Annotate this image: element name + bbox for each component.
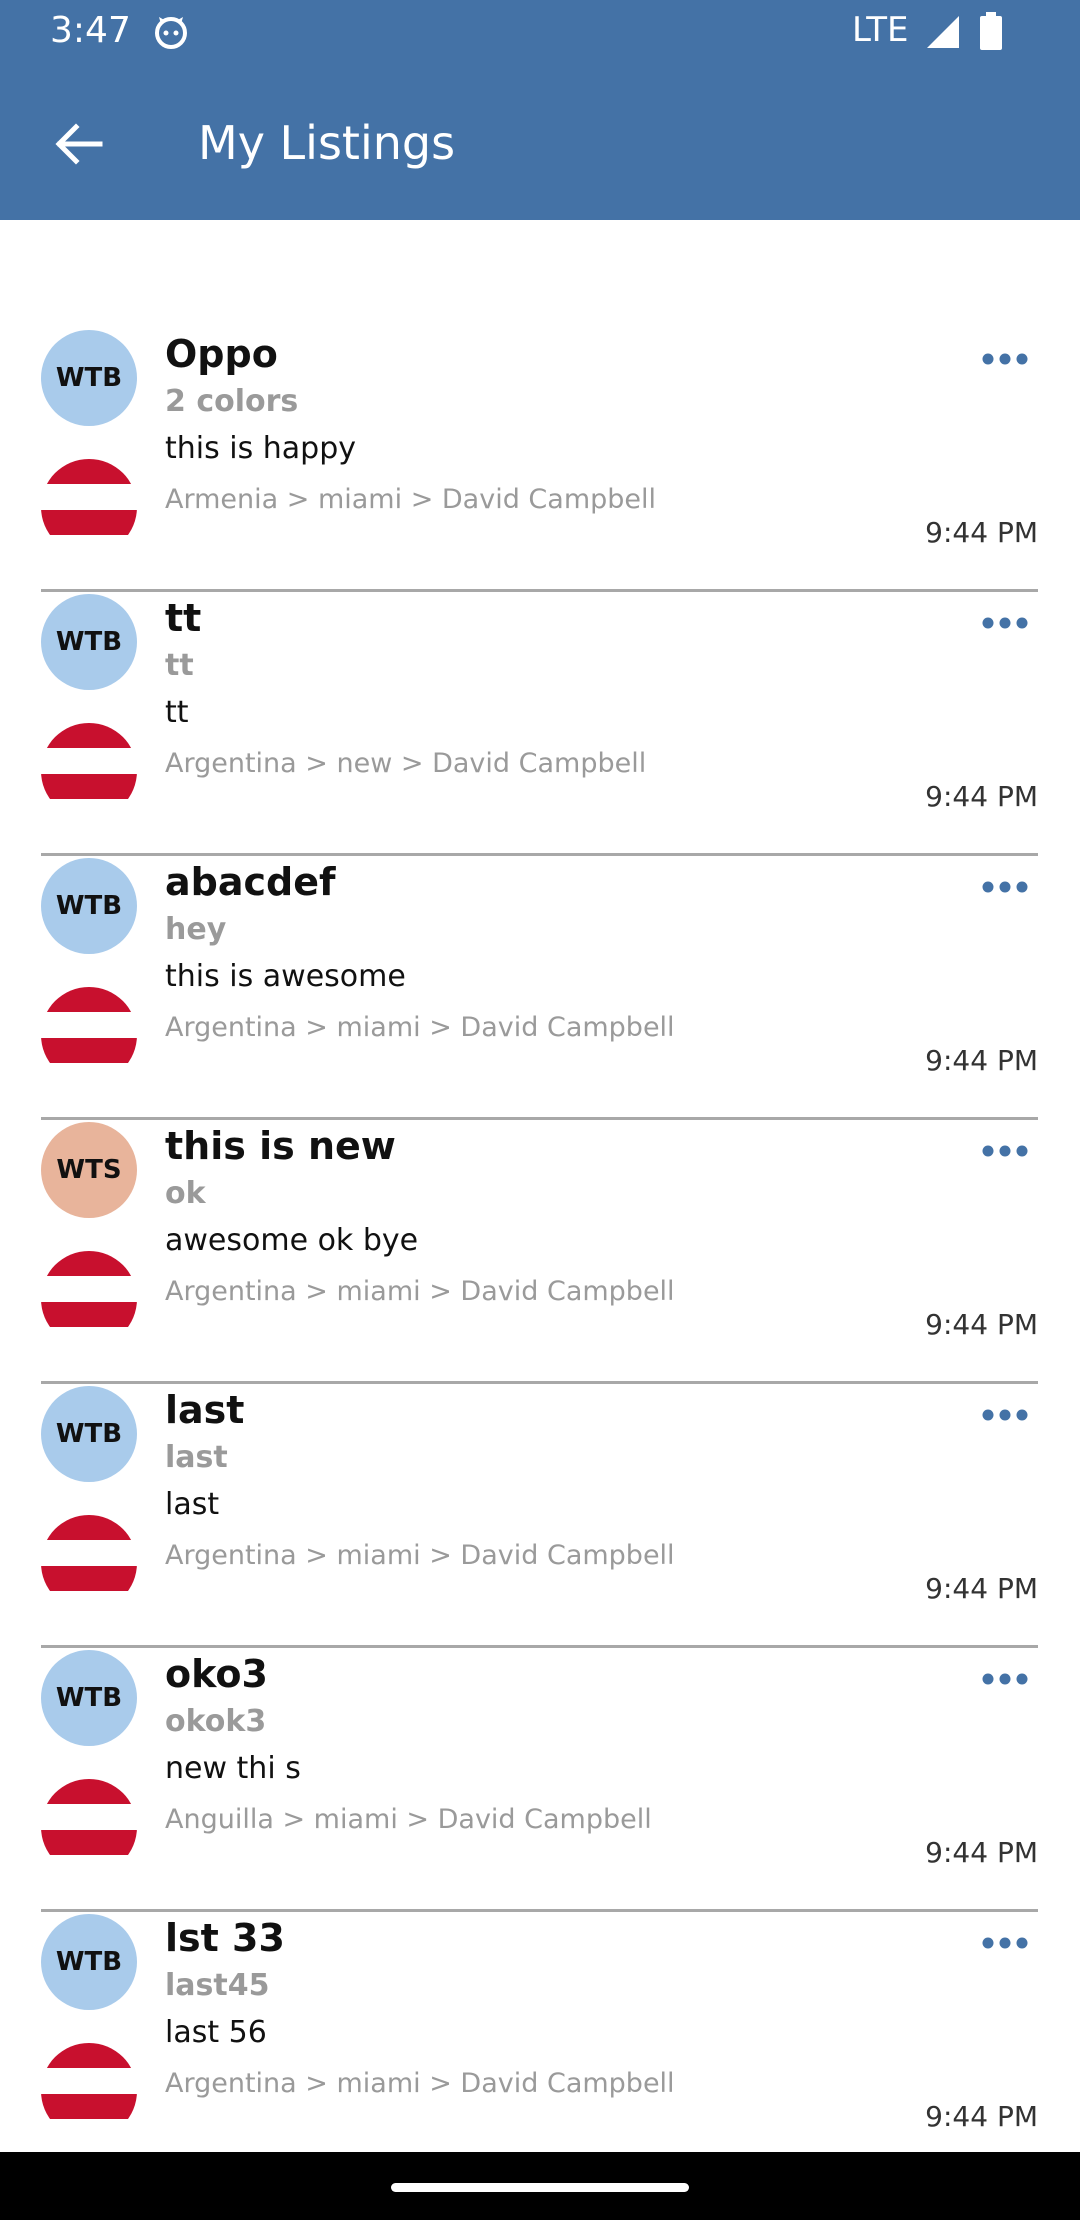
cat-notification-icon [155,17,187,49]
listing-title: last [165,1388,245,1432]
country-flag-icon [41,1515,137,1591]
battery-icon [980,12,1002,50]
listing-location-path: Argentina > miami > David Campbell [165,2068,675,2099]
signal-icon [927,16,959,48]
listing-type-badge: WTB [41,1914,137,2010]
listing-description: new thi s [165,1751,301,1786]
listing-subtitle: okok3 [165,1704,267,1739]
app-bar: My Listings [0,64,1080,220]
listing-subtitle: last45 [165,1968,270,2003]
listing-time: 9:44 PM [925,516,1038,549]
more-options-icon[interactable] [978,1926,1038,1960]
listing-description: awesome ok bye [165,1223,419,1258]
listing-location-path: Armenia > miami > David Campbell [165,484,657,515]
home-handle[interactable] [391,2183,689,2192]
listing-description: this is happy [165,431,357,466]
status-time: 3:47 [50,10,131,51]
more-options-icon[interactable] [978,1662,1038,1696]
listing-description: tt [165,695,189,730]
network-type: LTE [852,10,909,50]
listing-title: abacdef [165,860,336,904]
listing-type-badge: WTB [41,330,137,426]
listing-description: last 56 [165,2015,267,2050]
country-flag-icon [41,723,137,799]
more-options-icon[interactable] [978,870,1038,904]
listing-title: lst 33 [165,1916,285,1960]
page-title: My Listings [198,116,456,170]
listing-description: last [165,1487,220,1522]
listing-subtitle: ok [165,1176,206,1211]
listing-location-path: Argentina > miami > David Campbell [165,1276,675,1307]
listing-item[interactable]: WTB lst 33 last45 last 56 Argentina > miami … [0,1912,1080,2176]
listings-list: WTB Oppo 2 colors this is happy Armenia > mi… [0,328,1080,2176]
listing-time: 9:44 PM [925,1044,1038,1077]
more-options-icon[interactable] [978,606,1038,640]
listing-item[interactable]: WTB oko3 okok3 new thi s Anguilla > miami > … [0,1648,1080,1912]
listing-title: tt [165,596,202,640]
listing-item[interactable]: WTB last last last Argentina > miami > David… [0,1384,1080,1648]
listing-item[interactable]: WTS this is new ok awesome ok bye Argentina … [0,1120,1080,1384]
listing-title: oko3 [165,1652,268,1696]
listing-item[interactable]: WTB abacdef hey this is awesome Argentina > … [0,856,1080,1120]
listing-time: 9:44 PM [925,2100,1038,2133]
listing-subtitle: 2 colors [165,384,299,419]
back-arrow-icon[interactable] [48,114,108,174]
status-bar: 3:47 LTE [0,0,1080,64]
listing-title: this is new [165,1124,396,1168]
listing-location-path: Argentina > miami > David Campbell [165,1540,675,1571]
more-options-icon[interactable] [978,1398,1038,1432]
listing-type-badge: WTB [41,1650,137,1746]
listing-subtitle: tt [165,648,194,683]
listing-item[interactable]: WTB Oppo 2 colors this is happy Armenia > mi… [0,328,1080,592]
listing-time: 9:44 PM [925,780,1038,813]
country-flag-icon [41,1779,137,1855]
listing-subtitle: last [165,1440,228,1475]
listing-subtitle: hey [165,912,227,947]
more-options-icon[interactable] [978,1134,1038,1168]
country-flag-icon [41,1251,137,1327]
listing-location-path: Anguilla > miami > David Campbell [165,1804,652,1835]
country-flag-icon [41,987,137,1063]
more-options-icon[interactable] [978,342,1038,376]
country-flag-icon [41,2043,137,2119]
listing-type-badge: WTS [41,1122,137,1218]
listing-time: 9:44 PM [925,1572,1038,1605]
country-flag-icon [41,459,137,535]
listing-title: Oppo [165,332,278,376]
listing-type-badge: WTB [41,1386,137,1482]
listing-type-badge: WTB [41,594,137,690]
navigation-bar [0,2152,1080,2220]
listing-location-path: Argentina > miami > David Campbell [165,1012,675,1043]
listing-description: this is awesome [165,959,406,994]
listing-location-path: Argentina > new > David Campbell [165,748,647,779]
listing-time: 9:44 PM [925,1836,1038,1869]
listing-time: 9:44 PM [925,1308,1038,1341]
listing-item[interactable]: WTB tt tt tt Argentina > new > David Campbel… [0,592,1080,856]
listing-type-badge: WTB [41,858,137,954]
